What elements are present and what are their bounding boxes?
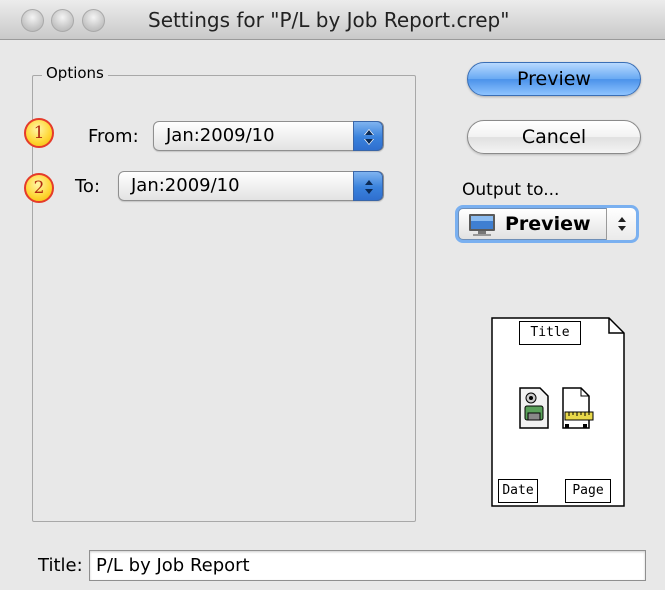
- options-group-label: Options: [42, 64, 108, 82]
- to-period-select[interactable]: Jan:2009/10: [118, 171, 384, 201]
- from-period-value: Jan:2009/10: [166, 125, 275, 146]
- to-label: To:: [75, 176, 101, 197]
- from-label: From:: [88, 126, 139, 147]
- output-to-value: Preview: [505, 213, 591, 235]
- report-document-icon: [519, 387, 549, 429]
- select-arrows-icon: [353, 171, 383, 201]
- to-period-value: Jan:2009/10: [131, 175, 240, 196]
- minimize-window-button[interactable]: [51, 9, 74, 32]
- zoom-window-button[interactable]: [82, 9, 105, 32]
- callout-badge-1: 1: [24, 118, 54, 148]
- close-window-button[interactable]: [21, 9, 44, 32]
- page-footer-page: Page: [565, 479, 611, 503]
- title-bar: Settings for "P/L by Job Report.crep": [0, 0, 665, 40]
- monitor-icon: [467, 213, 497, 246]
- page-header-title: Title: [519, 321, 581, 345]
- output-to-label: Output to...: [462, 180, 560, 200]
- title-field-label: Title:: [38, 555, 83, 576]
- page-ruler-icon: [562, 387, 594, 429]
- from-period-select[interactable]: Jan:2009/10: [153, 121, 384, 151]
- select-arrows-icon: [606, 208, 636, 240]
- page-footer-date: Date: [498, 479, 538, 503]
- settings-dialog: Settings for "P/L by Job Report.crep" Op…: [0, 0, 665, 590]
- select-arrows-icon: [353, 121, 383, 151]
- window-title: Settings for "P/L by Job Report.crep": [148, 8, 510, 32]
- output-to-select[interactable]: Preview: [455, 205, 639, 243]
- page-layout-preview: Title Date Page: [491, 317, 625, 507]
- callout-badge-2: 2: [24, 173, 54, 203]
- preview-button[interactable]: Preview: [467, 62, 641, 96]
- cancel-button[interactable]: Cancel: [467, 120, 641, 154]
- title-input[interactable]: P/L by Job Report: [89, 550, 646, 581]
